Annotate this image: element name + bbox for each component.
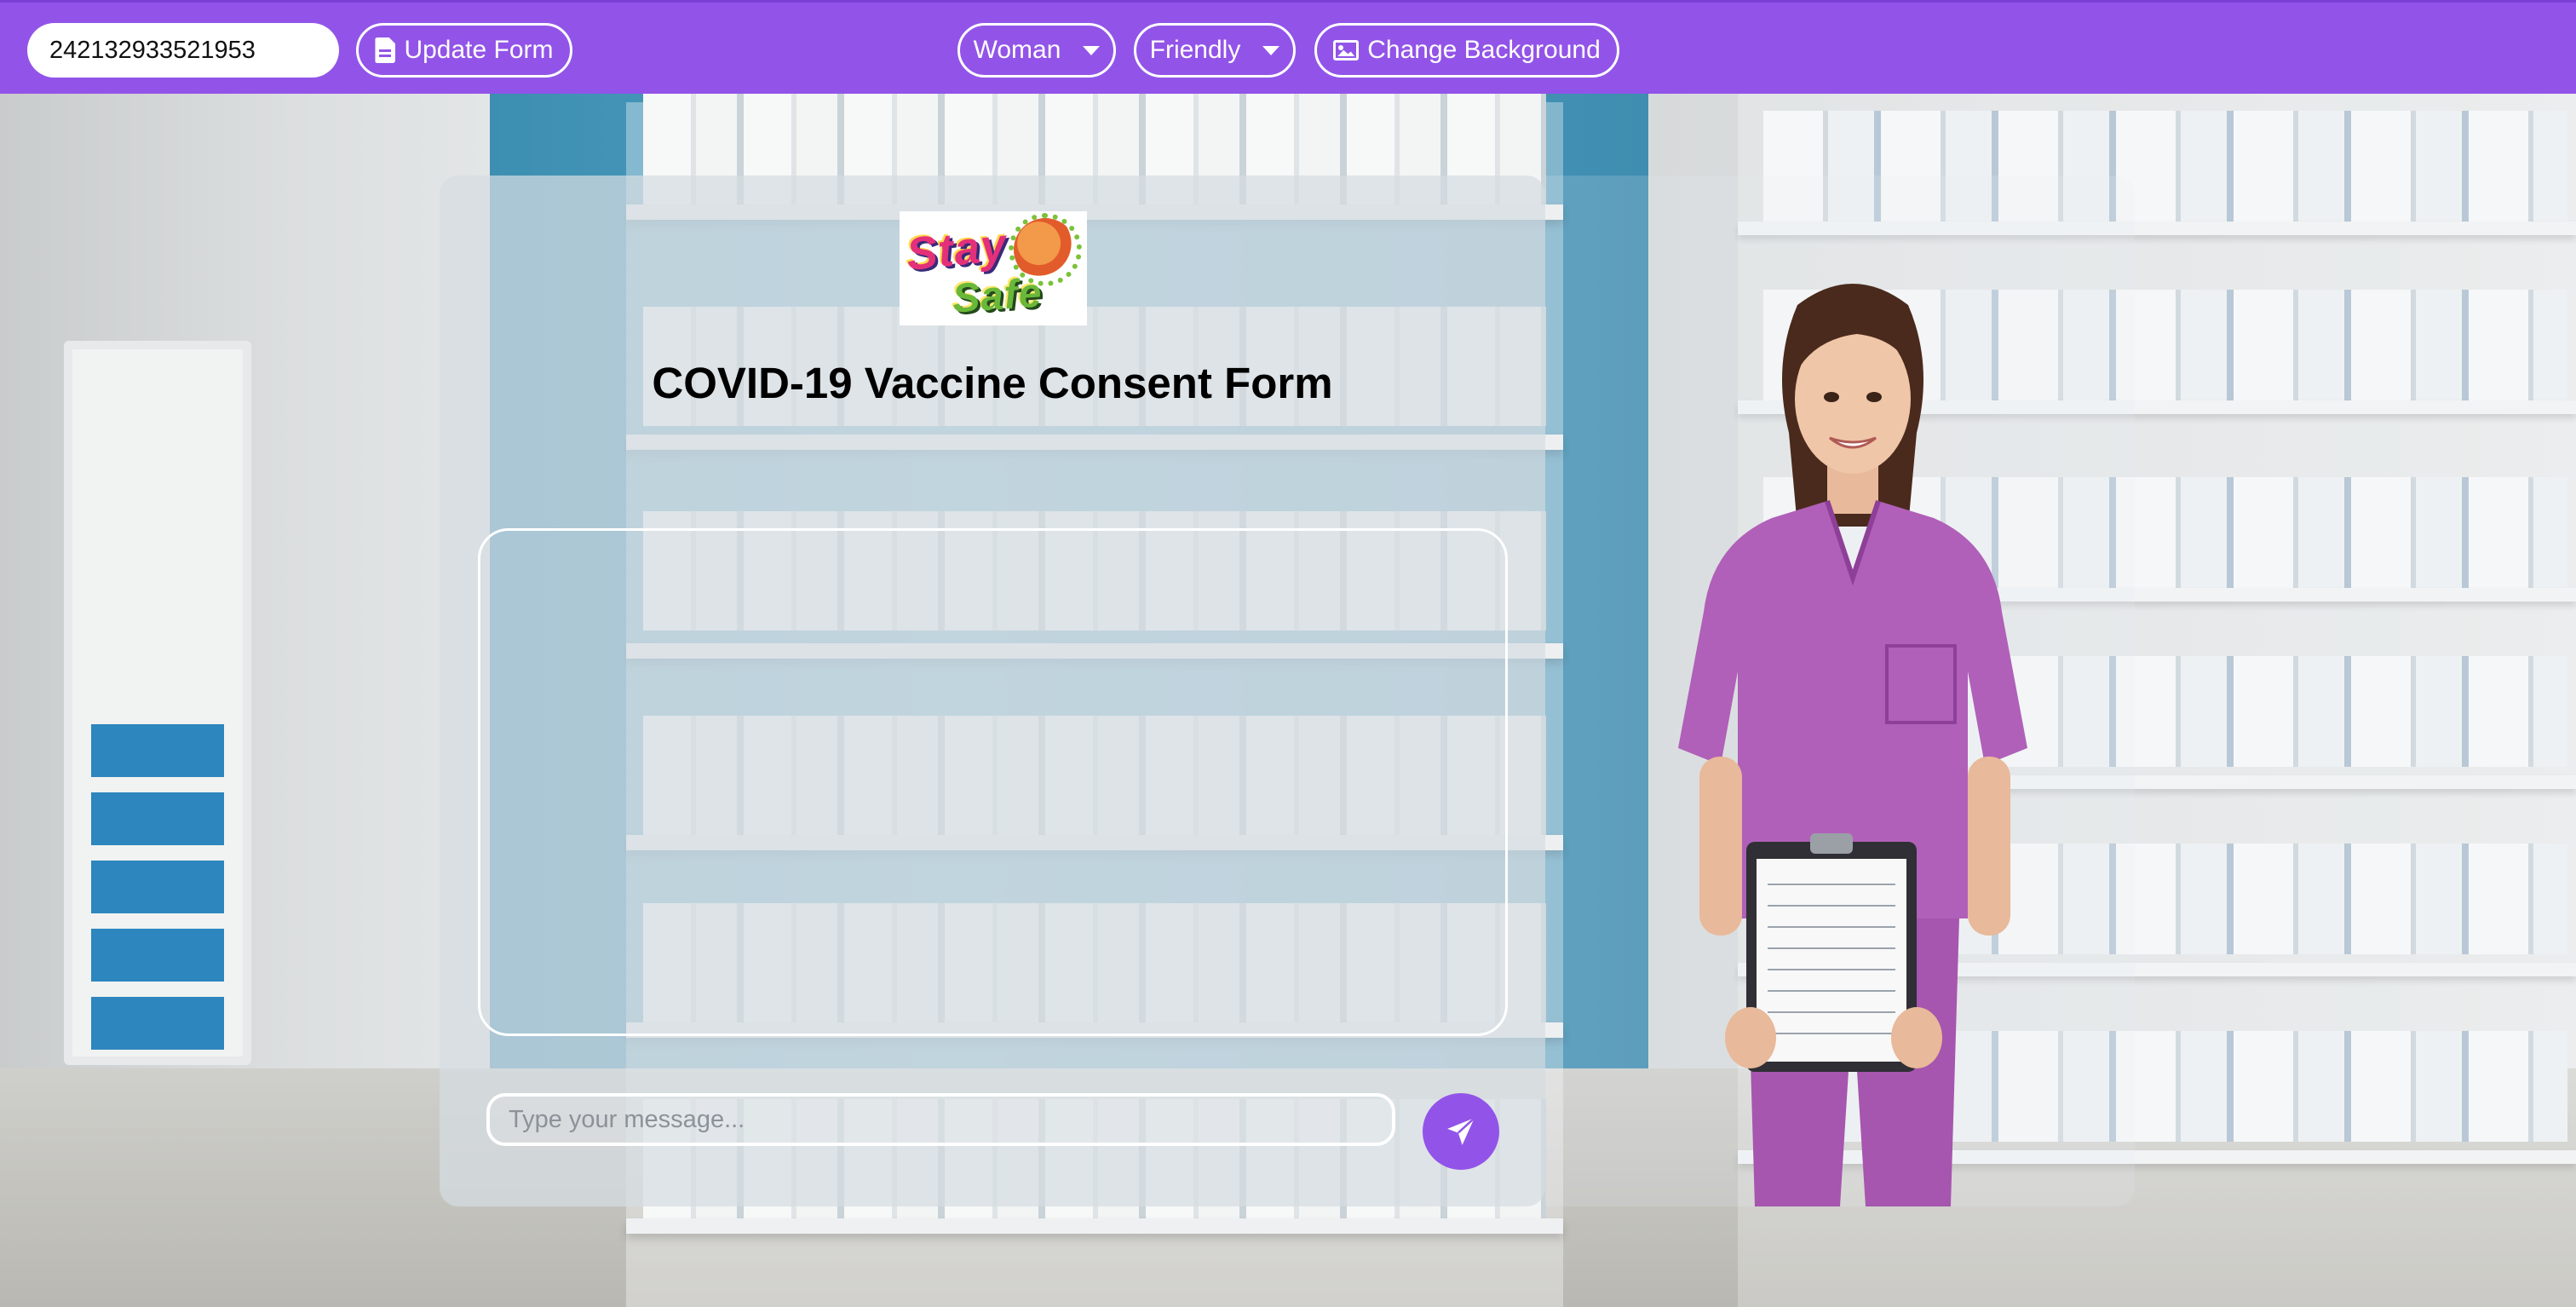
session-id-input[interactable] (27, 23, 339, 78)
change-background-label: Change Background (1367, 36, 1601, 64)
logo-text-stay: Stay (904, 218, 1009, 281)
top-bar: Update Form Woman Friendly Change Backgr… (0, 0, 2576, 94)
background-cabinet (64, 341, 251, 1065)
stay-safe-logo: Stay Safe (900, 211, 1087, 325)
gender-select-value: Woman (973, 36, 1061, 64)
gender-select[interactable]: Woman (957, 23, 1116, 78)
paper-plane-icon (1447, 1117, 1475, 1145)
message-input[interactable] (486, 1093, 1395, 1146)
chevron-down-icon (1262, 45, 1280, 55)
update-form-button[interactable]: Update Form (356, 23, 572, 78)
chevron-down-icon (1083, 45, 1101, 55)
page-title: COVID-19 Vaccine Consent Form (652, 359, 1333, 407)
tone-select-value: Friendly (1149, 36, 1241, 64)
document-icon (375, 37, 396, 63)
chat-messages-area[interactable] (478, 528, 1508, 1036)
send-button[interactable] (1423, 1093, 1499, 1170)
nurse-avatar (1678, 284, 2027, 1206)
logo-text-safe: Safe (951, 270, 1044, 322)
change-background-button[interactable]: Change Background (1314, 23, 1619, 78)
image-icon (1333, 40, 1360, 60)
tone-select[interactable]: Friendly (1134, 23, 1296, 78)
update-form-label: Update Form (404, 36, 554, 64)
